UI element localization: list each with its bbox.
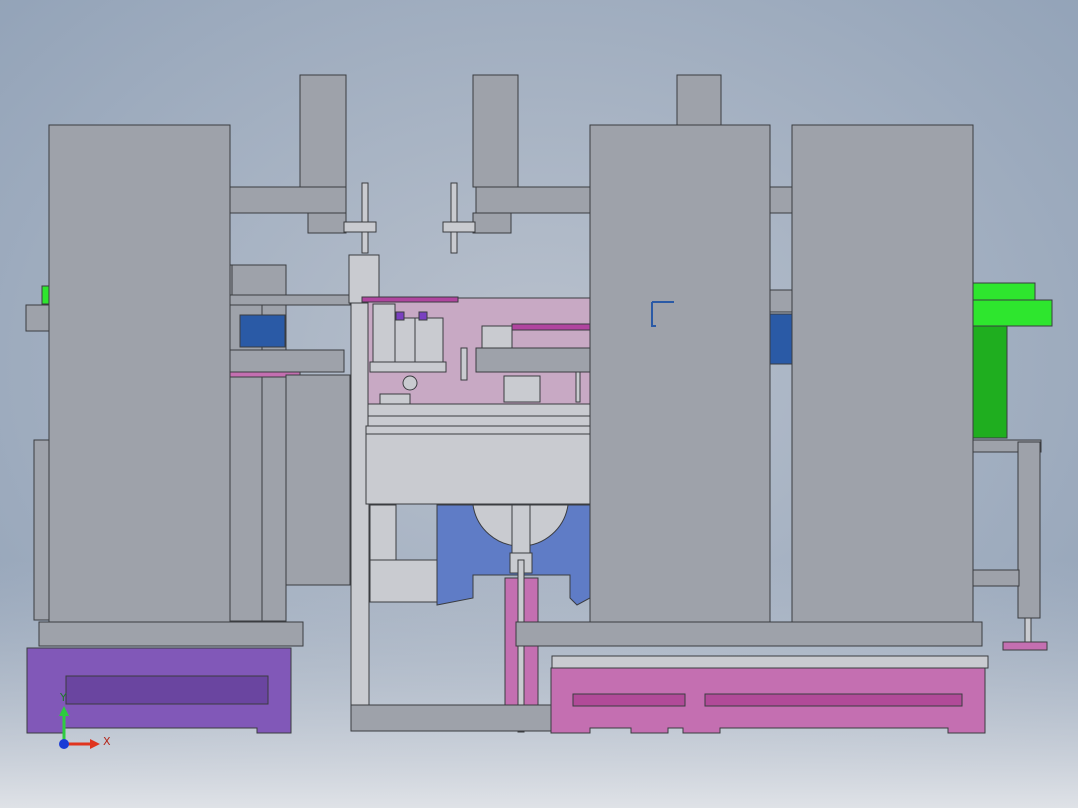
triad-x-label: X <box>103 735 111 748</box>
center-rod-left <box>460 347 468 381</box>
linear-rail <box>367 403 591 417</box>
center-top-post <box>472 74 519 188</box>
center-base-plate <box>350 704 552 732</box>
triad-z-axis <box>59 739 69 749</box>
left-guide-rod <box>361 182 369 254</box>
motor-body <box>972 325 1008 439</box>
center-arm-upper <box>481 325 513 349</box>
left-motor-body <box>25 304 51 332</box>
gripper-body-2 <box>394 317 416 365</box>
left-inner-plate <box>285 374 351 586</box>
right-base-plate <box>515 621 983 647</box>
center-table-top <box>365 425 591 505</box>
triad-y-label: Y <box>59 691 67 704</box>
extrusion-head-block <box>348 254 380 304</box>
gripper-base <box>369 361 447 373</box>
motor-flange <box>972 299 1053 327</box>
left-main-enclosure[interactable] <box>48 124 231 624</box>
cad-viewport[interactable]: Y X <box>0 0 1078 808</box>
left-top-clamp <box>307 212 347 234</box>
left-purple-base-slot <box>65 675 269 705</box>
left-lower-arm <box>229 349 345 373</box>
pink-base-slot-right <box>704 693 963 707</box>
left-top-post <box>299 74 347 188</box>
right-side-post <box>1017 441 1041 619</box>
left-blue-block <box>239 314 286 348</box>
right-guide-rod-collar <box>442 221 476 233</box>
pink-base-slot-left <box>572 693 686 707</box>
gripper-body-3 <box>414 317 444 365</box>
gripper-cap-2 <box>418 311 428 321</box>
lead-screw-housing <box>511 504 531 554</box>
center-lower-plate <box>369 559 438 603</box>
linear-rail-2 <box>367 415 591 427</box>
center-top-crossbar <box>475 186 591 214</box>
center-table-leg <box>369 504 397 566</box>
right-guide-rod <box>450 182 458 254</box>
center-table-strip <box>365 425 591 435</box>
right-gap-bar <box>769 186 793 214</box>
right-side-foot <box>972 569 1020 587</box>
center-rod-right <box>575 371 581 403</box>
left-side-plate <box>33 439 51 621</box>
gripper-wheel <box>402 375 418 391</box>
center-top-clamp <box>472 212 512 234</box>
right-enclosure-b[interactable] <box>791 124 974 624</box>
left-top-crossbar <box>229 186 347 214</box>
leveling-screw <box>1024 617 1032 643</box>
right-gap-bar-2 <box>769 289 793 313</box>
left-base-plate <box>38 621 304 647</box>
assembly-drawing[interactable]: Y X <box>0 0 1078 808</box>
magenta-top-bar <box>361 296 459 303</box>
gripper-body-1 <box>372 303 396 365</box>
center-carriage <box>503 375 541 403</box>
left-module[interactable] <box>25 74 351 734</box>
right-top-post <box>676 74 722 128</box>
left-cylinder-block <box>231 264 287 296</box>
left-slide-rail <box>229 294 351 306</box>
center-arm <box>475 347 591 373</box>
right-blue-block <box>769 313 793 365</box>
right-enclosure-a[interactable] <box>589 124 771 624</box>
magenta-top-bar-2 <box>511 323 591 331</box>
gripper-cap-1 <box>395 311 405 321</box>
leveling-pad <box>1002 641 1048 651</box>
left-guide-rod-collar <box>343 221 377 233</box>
right-rail <box>551 655 989 669</box>
